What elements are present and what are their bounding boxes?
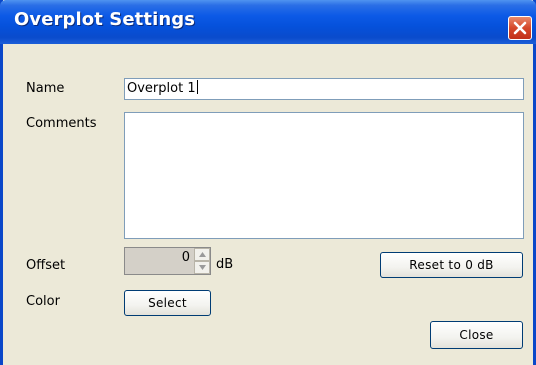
offset-spinner[interactable]: 0 bbox=[124, 247, 211, 275]
title-bar[interactable]: Overplot Settings bbox=[0, 0, 536, 44]
close-window-button[interactable] bbox=[508, 16, 532, 40]
close-icon bbox=[513, 21, 527, 35]
offset-increment-button[interactable] bbox=[194, 248, 210, 261]
offset-label: Offset bbox=[26, 258, 66, 273]
down-arrow-icon bbox=[199, 265, 206, 270]
reset-offset-button[interactable]: Reset to 0 dB bbox=[380, 252, 523, 278]
close-button-label: Close bbox=[459, 328, 494, 342]
offset-unit: dB bbox=[216, 257, 234, 272]
reset-offset-button-label: Reset to 0 dB bbox=[409, 258, 494, 272]
close-button[interactable]: Close bbox=[430, 321, 523, 349]
dialog-title: Overplot Settings bbox=[14, 9, 196, 30]
overplot-settings-dialog: Overplot Settings Name Overplot 1 Commen… bbox=[0, 0, 536, 365]
name-field[interactable]: Overplot 1 bbox=[124, 78, 524, 100]
name-label: Name bbox=[26, 81, 65, 96]
offset-value: 0 bbox=[181, 250, 190, 265]
text-caret bbox=[196, 80, 198, 94]
color-label: Color bbox=[26, 294, 60, 309]
name-field-value: Overplot 1 bbox=[127, 81, 196, 96]
comments-textarea[interactable] bbox=[124, 112, 524, 239]
up-arrow-icon bbox=[199, 252, 206, 257]
offset-decrement-button[interactable] bbox=[194, 261, 210, 274]
select-color-button-label: Select bbox=[148, 296, 187, 310]
comments-label: Comments bbox=[26, 116, 97, 131]
select-color-button[interactable]: Select bbox=[124, 290, 211, 316]
